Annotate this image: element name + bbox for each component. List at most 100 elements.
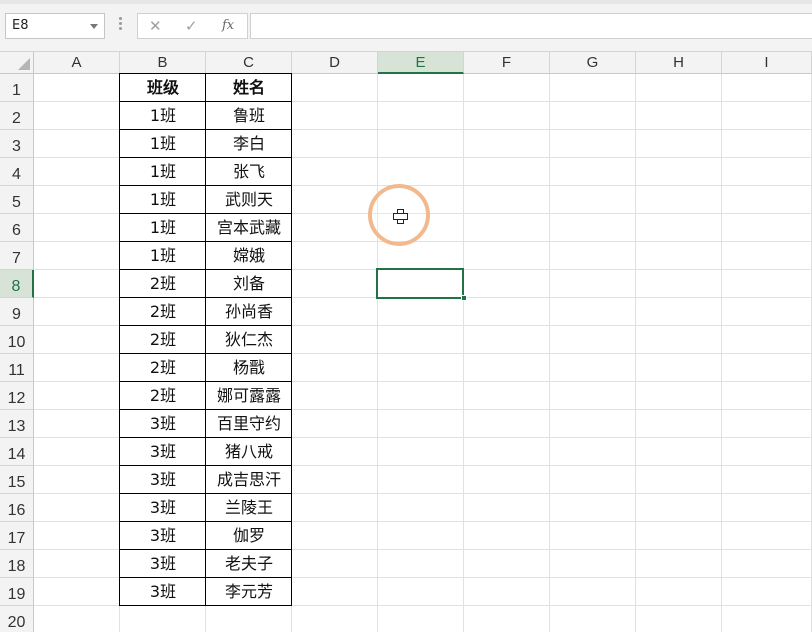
table-cell[interactable]: 2班 — [120, 326, 206, 354]
column-header-a[interactable]: A — [34, 52, 120, 74]
table-border-line — [119, 129, 292, 130]
table-cell[interactable]: 狄仁杰 — [206, 326, 292, 354]
column-header-c[interactable]: C — [206, 52, 292, 74]
row-header-10[interactable]: 10 — [0, 326, 34, 354]
row-header-3[interactable]: 3 — [0, 130, 34, 158]
table-cell[interactable]: 宫本武藏 — [206, 214, 292, 242]
table-border-line — [119, 101, 292, 102]
formula-bar: E8 ✕ ✓ fx — [0, 0, 812, 52]
table-cell[interactable]: 嫦娥 — [206, 242, 292, 270]
row-header-7[interactable]: 7 — [0, 242, 34, 270]
table-cell[interactable]: 3班 — [120, 494, 206, 522]
row-header-17[interactable]: 17 — [0, 522, 34, 550]
table-cell[interactable]: 张飞 — [206, 158, 292, 186]
row-header-9[interactable]: 9 — [0, 298, 34, 326]
table-cell[interactable]: 李元芳 — [206, 578, 292, 606]
table-border-line — [119, 409, 292, 410]
table-border-line — [119, 521, 292, 522]
row-header-20[interactable]: 20 — [0, 606, 34, 632]
table-cell[interactable]: 3班 — [120, 466, 206, 494]
formula-input[interactable] — [250, 13, 812, 39]
table-cell[interactable]: 1班 — [120, 214, 206, 242]
column-header-h[interactable]: H — [636, 52, 722, 74]
table-border-line — [119, 157, 292, 158]
table-cell[interactable]: 1班 — [120, 158, 206, 186]
table-cell[interactable]: 杨戬 — [206, 354, 292, 382]
chevron-down-icon[interactable] — [90, 24, 98, 29]
table-cell[interactable]: 2班 — [120, 382, 206, 410]
table-cell[interactable]: 1班 — [120, 186, 206, 214]
table-cell[interactable]: 娜可露露 — [206, 382, 292, 410]
close-icon[interactable]: ✕ — [149, 17, 162, 35]
row-header-1[interactable]: 1 — [0, 74, 34, 102]
name-box-value: E8 — [12, 18, 29, 33]
fill-handle[interactable] — [461, 295, 467, 301]
row-header-19[interactable]: 19 — [0, 578, 34, 606]
insert-function-button[interactable]: fx — [222, 18, 234, 33]
column-gridline — [463, 74, 464, 632]
table-cell[interactable]: 2班 — [120, 354, 206, 382]
table-cell[interactable]: 3班 — [120, 578, 206, 606]
table-border-line — [119, 213, 292, 214]
table-cell[interactable]: 孙尚香 — [206, 298, 292, 326]
column-header-i[interactable]: I — [722, 52, 812, 74]
more-dots-icon[interactable] — [119, 17, 122, 31]
row-header-16[interactable]: 16 — [0, 494, 34, 522]
active-cell-selection[interactable] — [376, 268, 464, 299]
column-header-b[interactable]: B — [120, 52, 206, 74]
table-cell[interactable]: 2班 — [120, 270, 206, 298]
column-header-f[interactable]: F — [464, 52, 550, 74]
table-cell[interactable]: 兰陵王 — [206, 494, 292, 522]
table-cell[interactable]: 老夫子 — [206, 550, 292, 578]
table-header-cell[interactable]: 姓名 — [206, 74, 292, 102]
column-header-g[interactable]: G — [550, 52, 636, 74]
row-header-18[interactable]: 18 — [0, 550, 34, 578]
table-cell[interactable]: 1班 — [120, 130, 206, 158]
check-icon[interactable]: ✓ — [185, 17, 198, 35]
table-cell[interactable]: 武则天 — [206, 186, 292, 214]
row-header-8[interactable]: 8 — [0, 270, 34, 298]
table-header-cell[interactable]: 班级 — [120, 74, 206, 102]
column-header-e[interactable]: E — [378, 52, 464, 74]
table-cell[interactable]: 3班 — [120, 550, 206, 578]
table-cell[interactable]: 成吉思汗 — [206, 466, 292, 494]
table-border-line — [119, 577, 292, 578]
row-header-2[interactable]: 2 — [0, 102, 34, 130]
row-header-14[interactable]: 14 — [0, 438, 34, 466]
table-cell[interactable]: 3班 — [120, 522, 206, 550]
column-header-d[interactable]: D — [292, 52, 378, 74]
row-header-4[interactable]: 4 — [0, 158, 34, 186]
table-cell[interactable]: 李白 — [206, 130, 292, 158]
table-border-line — [119, 73, 292, 74]
table-cell[interactable]: 3班 — [120, 438, 206, 466]
table-cell[interactable]: 1班 — [120, 102, 206, 130]
top-strip — [0, 0, 812, 4]
spreadsheet-grid[interactable]: ABCDEFGHI 1 2 3 4 5 6 7 8 9 10 11 12 13 14 15 16 17 18 19 2… — [0, 52, 812, 632]
table-cell[interactable]: 1班 — [120, 242, 206, 270]
table-border-line — [119, 549, 292, 550]
table-cell[interactable]: 3班 — [120, 410, 206, 438]
column-gridline — [635, 74, 636, 632]
table-cell[interactable]: 猪八戒 — [206, 438, 292, 466]
row-header-11[interactable]: 11 — [0, 354, 34, 382]
table-cell[interactable]: 百里守约 — [206, 410, 292, 438]
table-border-line — [119, 465, 292, 466]
row-header-6[interactable]: 6 — [0, 214, 34, 242]
name-box[interactable]: E8 — [5, 13, 105, 39]
cell-cursor-icon — [393, 209, 408, 224]
table-cell[interactable]: 鲁班 — [206, 102, 292, 130]
table-border-line — [119, 241, 292, 242]
select-all-button[interactable] — [0, 52, 34, 74]
row-header-12[interactable]: 12 — [0, 382, 34, 410]
table-border-line — [119, 297, 292, 298]
table-cell[interactable]: 伽罗 — [206, 522, 292, 550]
table-border-line — [119, 73, 120, 606]
row-header-13[interactable]: 13 — [0, 410, 34, 438]
row-header-5[interactable]: 5 — [0, 186, 34, 214]
table-border-line — [205, 73, 206, 606]
table-cell[interactable]: 2班 — [120, 298, 206, 326]
row-header-15[interactable]: 15 — [0, 466, 34, 494]
select-all-icon — [18, 58, 30, 70]
table-border-line — [119, 605, 292, 606]
table-cell[interactable]: 刘备 — [206, 270, 292, 298]
